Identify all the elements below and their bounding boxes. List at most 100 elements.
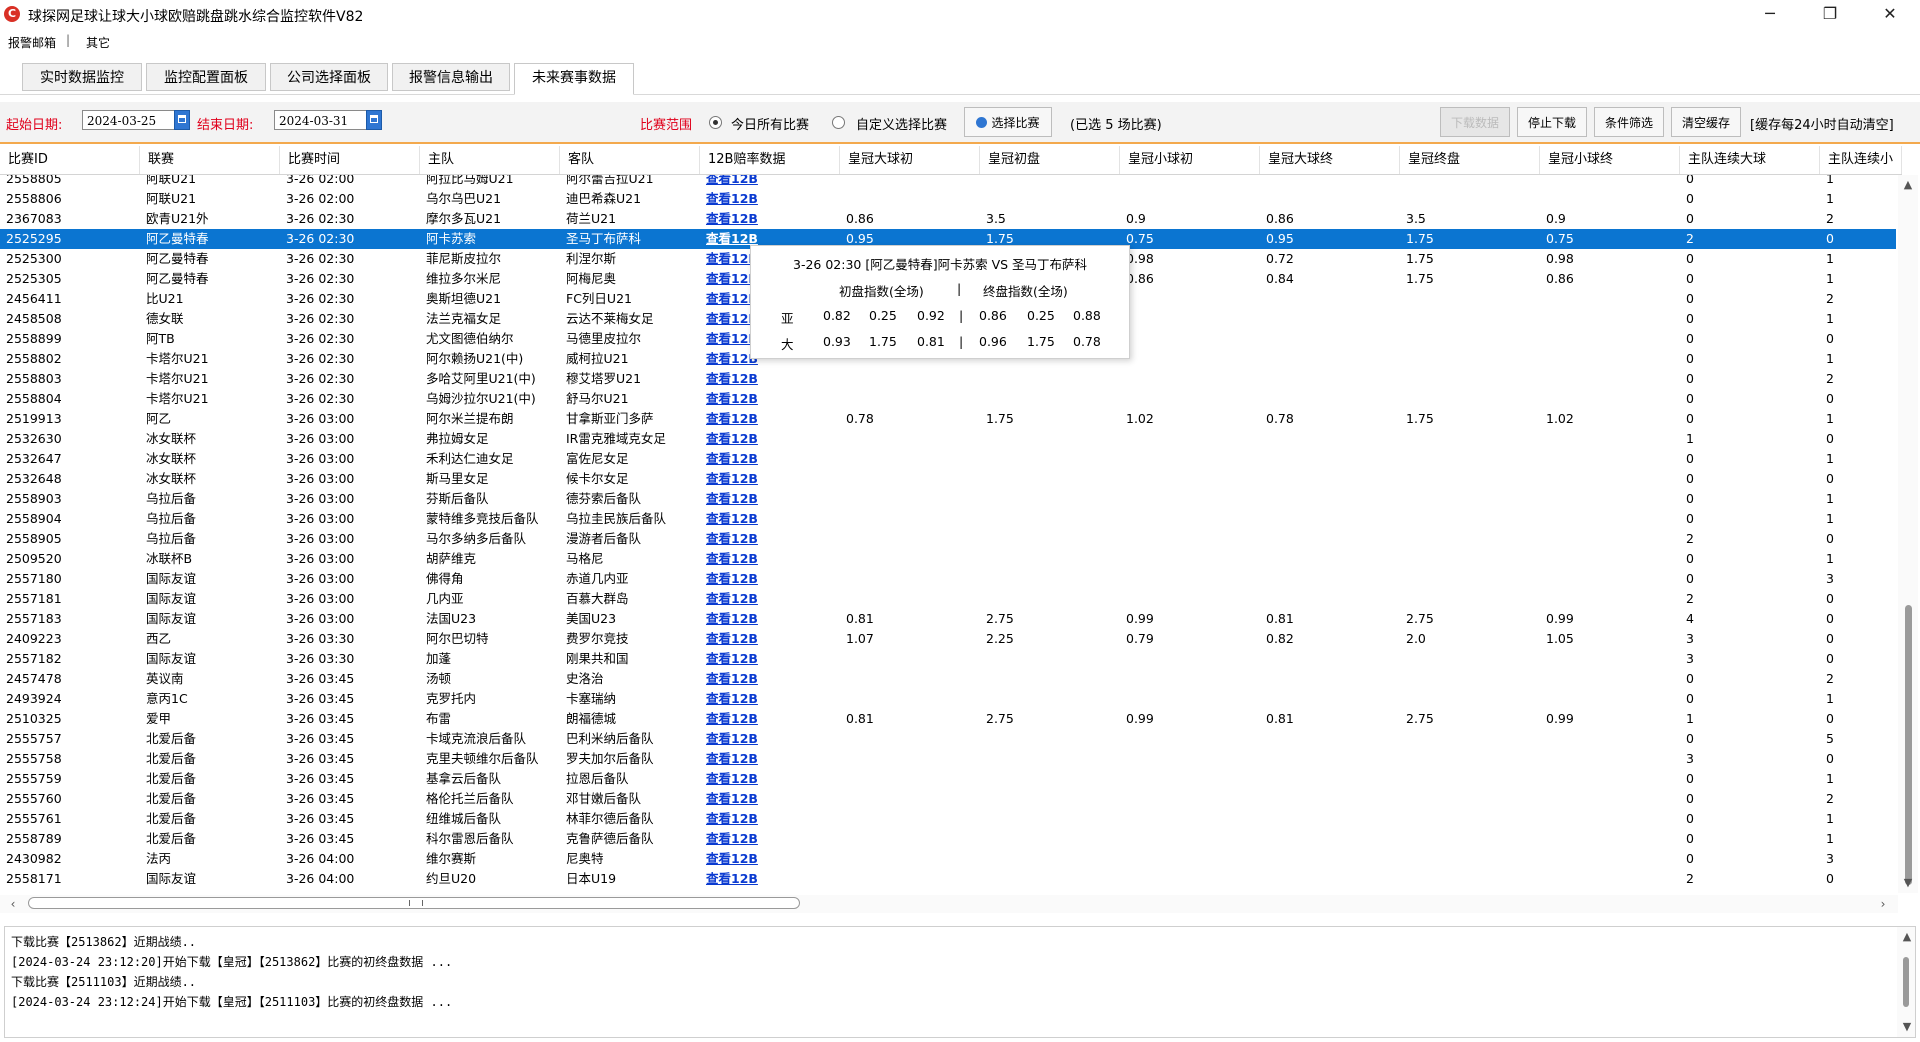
scroll-down-icon[interactable]: ▼ [1898, 875, 1918, 891]
scrollbar-thumb[interactable] [1905, 605, 1912, 885]
table-row[interactable]: 2555758 北爱后备 3-26 03:45 克里夫顿维尔后备队 罗夫加尔后备队 查看1… [0, 749, 1896, 769]
view-12b-link[interactable]: 查看12B [706, 591, 758, 606]
column-header[interactable]: 主队 [420, 146, 560, 174]
tab-company-select[interactable]: 公司选择面板 [270, 63, 388, 91]
tab-alarm-output[interactable]: 报警信息输出 [392, 63, 510, 91]
view-12b-link[interactable]: 查看12B [706, 491, 758, 506]
view-12b-link[interactable]: 查看12B [706, 731, 758, 746]
scroll-right-icon[interactable]: › [1874, 895, 1892, 913]
view-12b-link[interactable]: 查看12B [706, 391, 758, 406]
column-header[interactable]: 皇冠小球初 [1120, 146, 1260, 174]
select-matches-button[interactable]: 选择比赛 [964, 107, 1052, 137]
view-12b-link[interactable]: 查看12B [706, 851, 758, 866]
maximize-button[interactable]: ❐ [1800, 0, 1860, 30]
table-horizontal-scrollbar[interactable]: ‹ › [0, 895, 1898, 913]
column-header[interactable]: 比赛时间 [280, 146, 420, 174]
table-row[interactable]: 2555757 北爱后备 3-26 03:45 卡域克流浪后备队 巴利米纳后备队 查看12… [0, 729, 1896, 749]
view-12b-link[interactable]: 查看12B [706, 771, 758, 786]
table-row[interactable]: 2558171 国际友谊 3-26 04:00 约旦U20 日本U19 查看12B 2 0 [0, 869, 1896, 889]
radio-custom[interactable] [832, 116, 845, 129]
column-header[interactable]: 皇冠小球终 [1540, 146, 1680, 174]
view-12b-link[interactable]: 查看12B [706, 531, 758, 546]
view-12b-link[interactable]: 查看12B [706, 371, 758, 386]
scroll-up-icon[interactable]: ▲ [1897, 929, 1917, 945]
view-12b-link[interactable]: 查看12B [706, 831, 758, 846]
view-12b-link[interactable]: 查看12B [706, 651, 758, 666]
column-header[interactable]: 主队连续小 [1820, 146, 1902, 174]
view-12b-link[interactable]: 查看12B [706, 511, 758, 526]
scroll-down-icon[interactable]: ▼ [1897, 1019, 1917, 1035]
view-12b-link[interactable]: 查看12B [706, 791, 758, 806]
view-12b-link[interactable]: 查看12B [706, 231, 758, 246]
radio-custom-label[interactable]: 自定义选择比赛 [856, 114, 947, 133]
tab-monitor-config[interactable]: 监控配置面板 [146, 63, 266, 91]
view-12b-link[interactable]: 查看12B [706, 571, 758, 586]
view-12b-link[interactable]: 查看12B [706, 551, 758, 566]
view-12b-link[interactable]: 查看12B [706, 411, 758, 426]
table-row[interactable]: 2510325 爱甲 3-26 03:45 布雷 朗福德城 查看12B 0.81 2.75 0.… [0, 709, 1896, 729]
column-header[interactable]: 比赛ID [0, 146, 140, 174]
view-12b-link[interactable]: 查看12B [706, 431, 758, 446]
table-row[interactable]: 2532630 冰女联杯 3-26 03:00 弗拉姆女足 IR雷克雅域克女足 查看12B… [0, 429, 1896, 449]
table-row[interactable]: 2430982 法丙 3-26 04:00 维尔赛斯 尼奥特 查看12B 0 3 [0, 849, 1896, 869]
column-header[interactable]: 客队 [560, 146, 700, 174]
menu-other[interactable]: 其它 [86, 34, 110, 51]
view-12b-link[interactable]: 查看12B [706, 671, 758, 686]
table-row[interactable]: 2457478 英议南 3-26 03:45 汤顿 史洛治 查看12B 0 2 [0, 669, 1896, 689]
column-header[interactable]: 皇冠大球初 [840, 146, 980, 174]
view-12b-link[interactable]: 查看12B [706, 871, 758, 886]
radio-all-today-label[interactable]: 今日所有比赛 [731, 114, 809, 133]
table-row[interactable]: 2557183 国际友谊 3-26 03:00 法国U23 美国U23 查看12B 0.81… [0, 609, 1896, 629]
column-header[interactable]: 12B赔率数据 [700, 146, 840, 174]
log-scrollbar[interactable]: ▲ ▼ [1897, 927, 1915, 1037]
table-row[interactable]: 2409223 西乙 3-26 03:30 阿尔巴切特 费罗尔竞技 查看12B 1.07 2.… [0, 629, 1896, 649]
view-12b-link[interactable]: 查看12B [706, 611, 758, 626]
table-row[interactable]: 2555761 北爱后备 3-26 03:45 纽维城后备队 林菲尔德后备队 查看12B 0… [0, 809, 1896, 829]
table-row[interactable]: 2558789 北爱后备 3-26 03:45 科尔雷恩后备队 克鲁萨德后备队 查看12B… [0, 829, 1896, 849]
view-12b-link[interactable]: 查看12B [706, 631, 758, 646]
table-row[interactable]: 2557182 国际友谊 3-26 03:30 加蓬 刚果共和国 查看12B 3 0 [0, 649, 1896, 669]
table-row[interactable]: 2509520 冰联杯B 3-26 03:00 胡萨维克 马格尼 查看12B 0 1 [0, 549, 1896, 569]
clear-cache-button[interactable]: 清空缓存 [1671, 107, 1741, 137]
table-row[interactable]: 2558804 卡塔尔U21 3-26 02:30 乌姆沙拉尔U21(中) 舒马尔U21… [0, 389, 1896, 409]
table-row[interactable]: 2558803 卡塔尔U21 3-26 02:30 多哈艾阿里U21(中) 穆艾塔罗U2… [0, 369, 1896, 389]
menu-alarm-mailbox[interactable]: 报警邮箱 [8, 34, 56, 51]
minimize-button[interactable]: ─ [1740, 0, 1800, 30]
view-12b-link[interactable]: 查看12B [706, 751, 758, 766]
scrollbar-thumb[interactable] [1903, 957, 1909, 1007]
tab-realtime-monitor[interactable]: 实时数据监控 [22, 63, 142, 91]
column-header[interactable]: 皇冠终盘 [1400, 146, 1540, 174]
column-header[interactable]: 主队连续大球 [1680, 146, 1820, 174]
table-row[interactable]: 2493924 意丙1C 3-26 03:45 克罗托内 卡塞瑞纳 查看12B 0 1 [0, 689, 1896, 709]
view-12b-link[interactable]: 查看12B [706, 211, 758, 226]
table-row[interactable]: 2555760 北爱后备 3-26 03:45 格伦托兰后备队 邓甘嫩后备队 查看12B 0… [0, 789, 1896, 809]
calendar-icon[interactable] [174, 110, 190, 130]
view-12b-link[interactable]: 查看12B [706, 451, 758, 466]
table-row[interactable]: 2558905 乌拉后备 3-26 03:00 马尔多纳多后备队 漫游者后备队 查看12B… [0, 529, 1896, 549]
table-vertical-scrollbar[interactable]: ▲ ▼ [1898, 175, 1918, 893]
scroll-up-icon[interactable]: ▲ [1898, 177, 1918, 193]
log-output-panel[interactable]: 下载比赛【2513862】近期战绩.. [2024-03-24 23:12:20… [4, 926, 1916, 1038]
table-row[interactable]: 2555759 北爱后备 3-26 03:45 基拿云后备队 拉恩后备队 查看12B 0 1 [0, 769, 1896, 789]
scroll-left-icon[interactable]: ‹ [4, 895, 22, 913]
table-row[interactable]: 2532648 冰女联杯 3-26 03:00 斯马里女足 候卡尔女足 查看12B 0 0 [0, 469, 1896, 489]
table-row[interactable]: 2558805 阿联U21 3-26 02:00 阿拉比马姆U21 阿尔蕾吉拉U21 查看… [0, 175, 1896, 189]
view-12b-link[interactable]: 查看12B [706, 471, 758, 486]
download-data-button[interactable]: 下载数据 [1440, 107, 1510, 137]
radio-all-today[interactable] [709, 116, 722, 129]
view-12b-link[interactable]: 查看12B [706, 811, 758, 826]
view-12b-link[interactable]: 查看12B [706, 175, 758, 186]
tab-future-matches[interactable]: 未来赛事数据 [514, 63, 634, 95]
column-header[interactable]: 联赛 [140, 146, 280, 174]
column-header[interactable]: 皇冠初盘 [980, 146, 1120, 174]
scrollbar-thumb[interactable] [28, 897, 800, 909]
column-header[interactable]: 皇冠大球终 [1260, 146, 1400, 174]
stop-download-button[interactable]: 停止下载 [1517, 107, 1587, 137]
table-row[interactable]: 2519913 阿乙 3-26 03:00 阿尔米兰提布朗 甘拿斯亚门多萨 查看12B 0.… [0, 409, 1896, 429]
view-12b-link[interactable]: 查看12B [706, 191, 758, 206]
close-button[interactable]: ✕ [1860, 0, 1920, 30]
view-12b-link[interactable]: 查看12B [706, 691, 758, 706]
table-row[interactable]: 2367083 欧青U21外 3-26 02:30 摩尔多瓦U21 荷兰U21 查看12B… [0, 209, 1896, 229]
table-row[interactable]: 2532647 冰女联杯 3-26 03:00 禾利达仁迪女足 富佐尼女足 查看12B 0 1 [0, 449, 1896, 469]
table-row[interactable]: 2558904 乌拉后备 3-26 03:00 蒙特维多竞技后备队 乌拉圭民族后备队 查看… [0, 509, 1896, 529]
